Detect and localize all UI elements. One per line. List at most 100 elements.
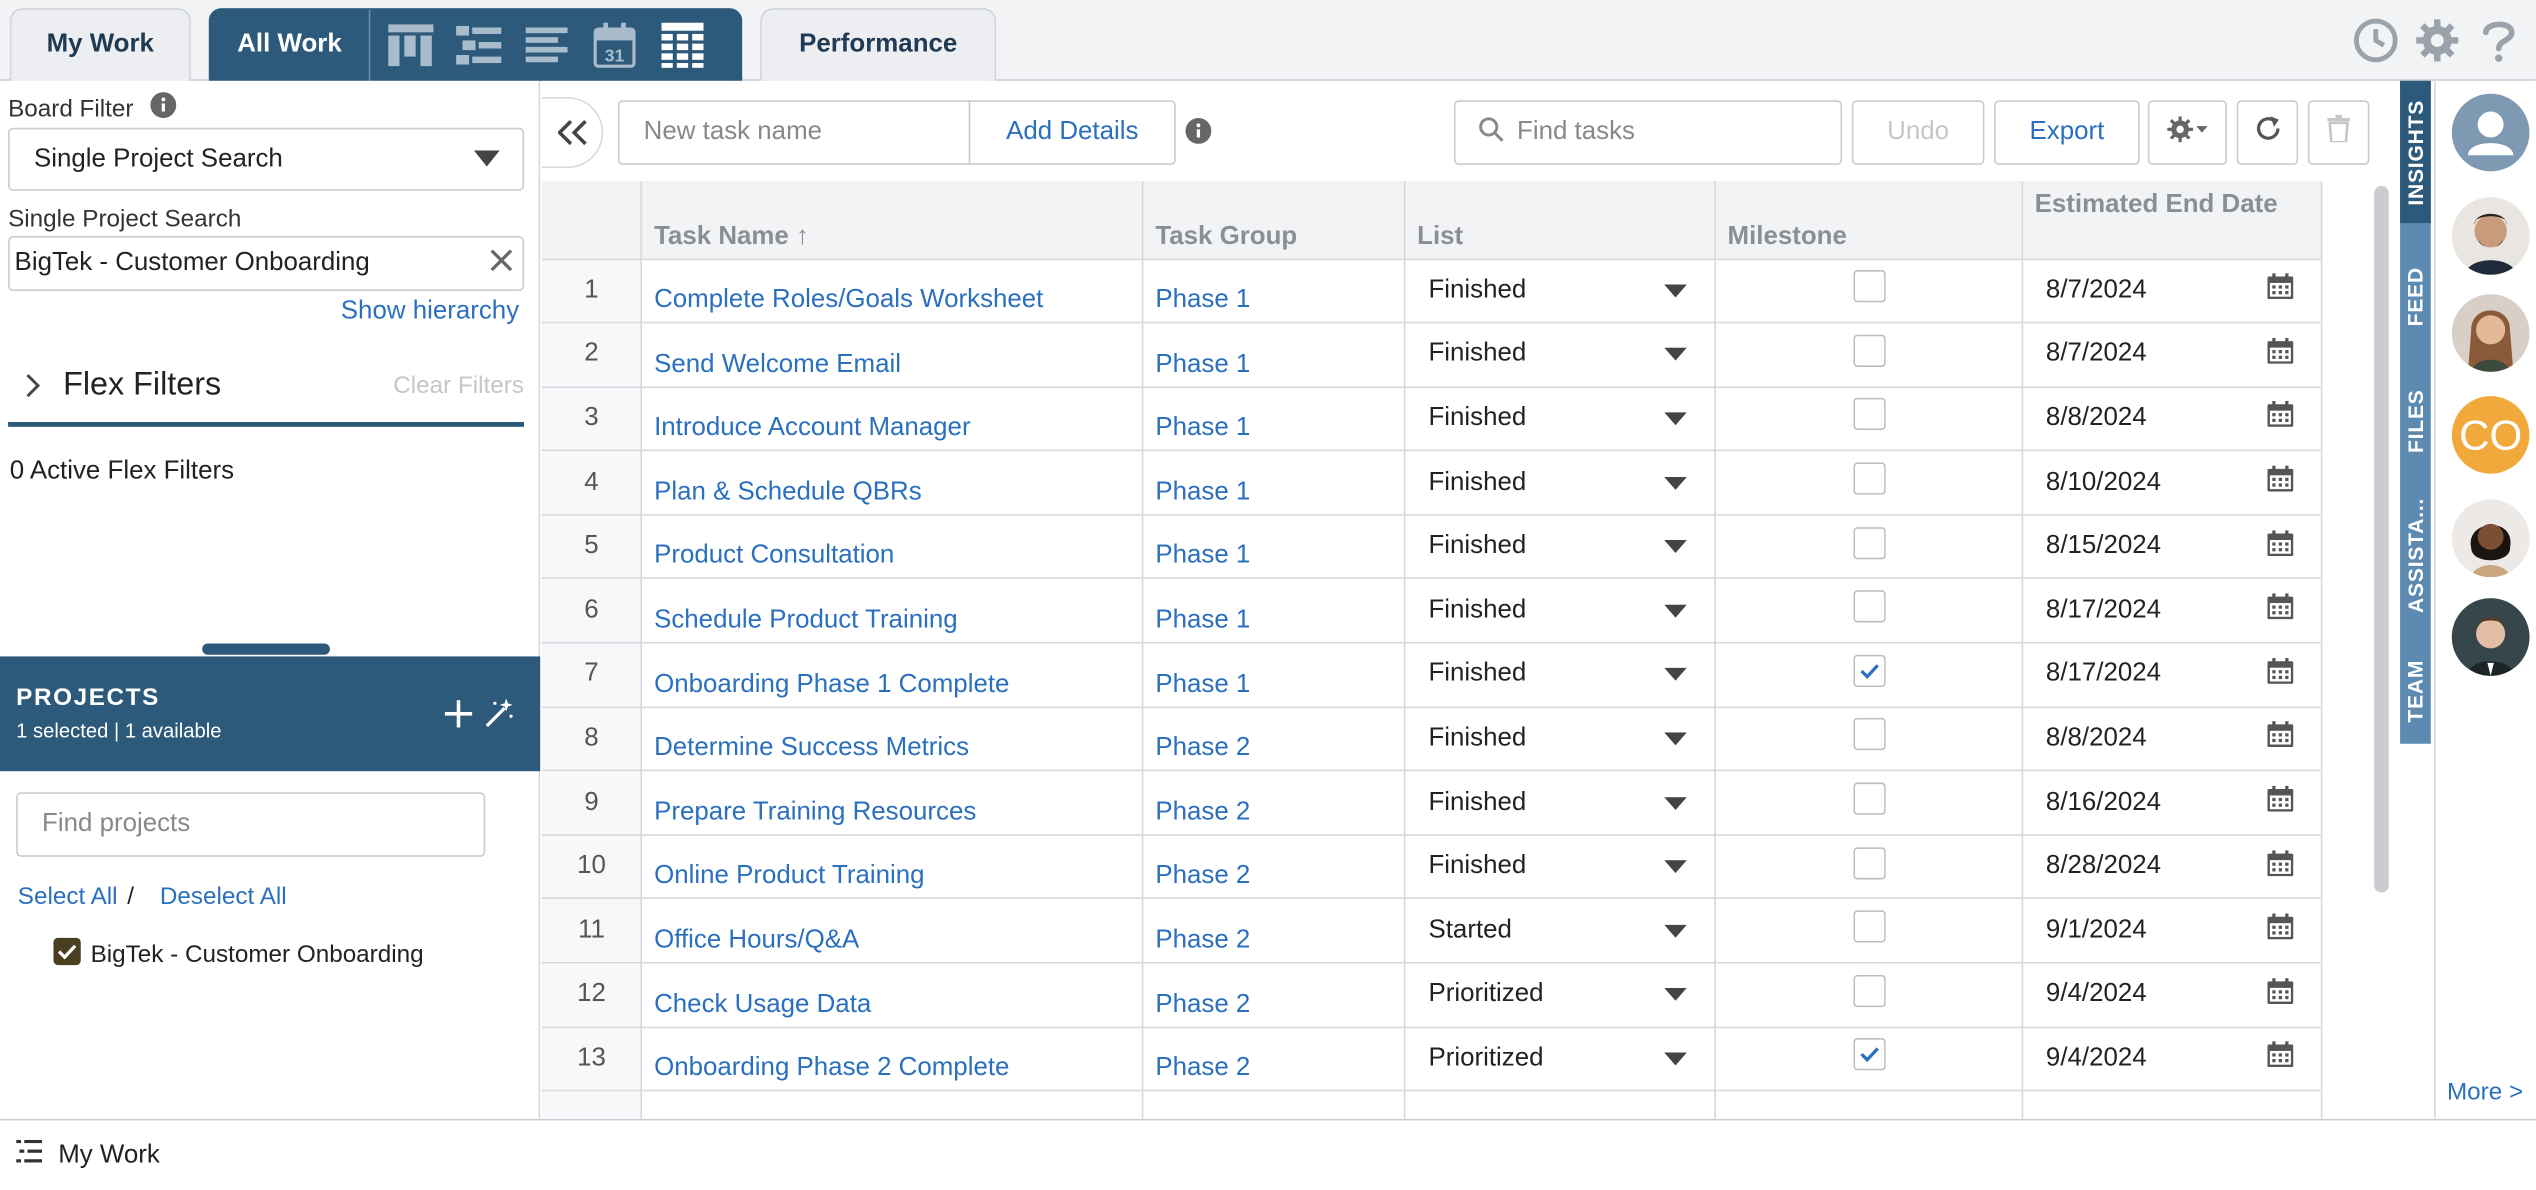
estimated-end-date-cell[interactable]: 9/4/2024 xyxy=(2022,962,2323,1028)
calendar-icon[interactable] xyxy=(2267,977,2294,1012)
task-group-link[interactable]: Phase 1 xyxy=(1155,350,1250,377)
table-row[interactable]: 1 Complete Roles/Goals Worksheet Phase 1 Fi… xyxy=(541,258,2323,324)
table-row[interactable]: 7 Onboarding Phase 1 Complete Phase 1 Finis… xyxy=(541,642,2323,708)
task-group-link[interactable]: Phase 1 xyxy=(1155,414,1250,441)
column-header-estimated-end-date[interactable]: Estimated End Date xyxy=(2022,181,2323,260)
list-cell[interactable]: Finished xyxy=(1405,258,1717,324)
project-list-item[interactable]: BigTek - Customer Onboarding xyxy=(53,937,424,972)
select-all-link[interactable]: Select All xyxy=(18,883,118,910)
list-cell[interactable]: Finished xyxy=(1405,578,1717,644)
side-tab-feed[interactable]: FEED xyxy=(2400,225,2431,367)
grid-scrollbar[interactable] xyxy=(2368,181,2397,1119)
column-header-list[interactable]: List xyxy=(1405,181,1717,260)
side-tab-team[interactable]: TEAM xyxy=(2400,637,2431,744)
estimated-end-date-cell[interactable]: 8/28/2024 xyxy=(2022,834,2323,900)
task-name-link[interactable]: Online Product Training xyxy=(654,862,924,889)
scrollbar-thumb[interactable] xyxy=(2374,185,2389,893)
column-header-milestone[interactable]: Milestone xyxy=(1715,181,2024,260)
task-group-cell[interactable]: Phase 2 xyxy=(1143,770,1406,836)
help-icon[interactable] xyxy=(2474,16,2523,65)
list-cell[interactable]: Finished xyxy=(1405,386,1717,452)
estimated-end-date-cell[interactable]: 8/7/2024 xyxy=(2022,258,2323,324)
list-cell[interactable]: Prioritized xyxy=(1405,1026,1717,1092)
milestone-checkbox[interactable] xyxy=(1852,398,1886,437)
calendar-icon[interactable] xyxy=(2267,401,2294,436)
magic-wand-icon[interactable] xyxy=(485,698,514,735)
task-group-cell[interactable]: Phase 2 xyxy=(1143,834,1406,900)
milestone-checkbox[interactable] xyxy=(1852,590,1886,629)
export-button[interactable]: Export xyxy=(1994,100,2140,165)
task-name-link[interactable]: Onboarding Phase 1 Complete xyxy=(654,670,1009,697)
list-dropdown[interactable]: Prioritized xyxy=(1428,980,1703,1009)
clock-icon[interactable] xyxy=(2352,16,2401,65)
table-row[interactable]: 10 Online Product Training Phase 2 Finished… xyxy=(541,834,2323,900)
clear-icon[interactable] xyxy=(490,248,513,279)
task-group-link[interactable]: Phase 2 xyxy=(1155,990,1250,1017)
task-group-cell[interactable]: Phase 2 xyxy=(1143,962,1406,1028)
task-name-cell[interactable]: Determine Success Metrics xyxy=(641,706,1145,772)
task-group-cell[interactable]: Phase 1 xyxy=(1143,322,1406,388)
table-row[interactable]: 9 Prepare Training Resources Phase 2 Finish… xyxy=(541,770,2323,836)
task-group-link[interactable]: Phase 2 xyxy=(1155,1055,1250,1082)
task-name-cell[interactable]: Online Product Training xyxy=(641,834,1145,900)
collapse-panel-button[interactable] xyxy=(541,97,604,169)
task-name-link[interactable]: Office Hours/Q&A xyxy=(654,926,859,953)
list-cell[interactable]: Finished xyxy=(1405,322,1717,388)
list-dropdown[interactable]: Finished xyxy=(1428,532,1703,561)
task-name-link[interactable]: Schedule Product Training xyxy=(654,606,958,633)
task-name-cell[interactable]: Office Hours/Q&A xyxy=(641,898,1145,964)
milestone-checkbox[interactable] xyxy=(1852,782,1886,821)
delete-button[interactable] xyxy=(2307,100,2370,165)
deselect-all-link[interactable]: Deselect All xyxy=(160,883,287,910)
task-group-link[interactable]: Phase 2 xyxy=(1155,798,1250,825)
milestone-checkbox[interactable] xyxy=(1852,910,1886,949)
milestone-checkbox-checked[interactable] xyxy=(1852,1038,1886,1077)
calendar-icon[interactable] xyxy=(2267,849,2294,884)
table-row[interactable]: 3 Introduce Account Manager Phase 1 Finishe… xyxy=(541,386,2323,452)
avatar-person-4[interactable] xyxy=(2451,598,2530,676)
task-group-link[interactable]: Phase 1 xyxy=(1155,286,1250,313)
new-task-input[interactable]: New task name xyxy=(617,100,971,165)
task-name-cell[interactable]: Onboarding Phase 1 Complete xyxy=(641,642,1145,708)
current-user-avatar[interactable] xyxy=(2451,93,2530,172)
task-name-cell[interactable]: Plan & Schedule QBRs xyxy=(641,450,1145,516)
task-name-cell[interactable]: Product Consultation xyxy=(641,514,1145,580)
column-header-task-group[interactable]: Task Group xyxy=(1143,181,1406,260)
task-group-cell[interactable]: Phase 1 xyxy=(1143,450,1406,516)
clear-filters-button[interactable]: Clear Filters xyxy=(393,372,524,399)
milestone-checkbox[interactable] xyxy=(1852,334,1886,373)
find-tasks-input[interactable]: Find tasks xyxy=(1453,100,1843,165)
estimated-end-date-cell[interactable]: 9/4/2024 xyxy=(2022,1026,2323,1092)
table-row[interactable]: 6 Schedule Product Training Phase 1 Finishe… xyxy=(541,578,2323,644)
task-name-cell[interactable]: Check Usage Data xyxy=(641,962,1145,1028)
list-view-icon[interactable] xyxy=(522,23,569,68)
list-cell[interactable]: Finished xyxy=(1405,514,1717,580)
estimated-end-date-cell[interactable]: 8/16/2024 xyxy=(2022,770,2323,836)
spreadsheet-view-icon[interactable] xyxy=(658,22,705,68)
list-cell[interactable]: Finished xyxy=(1405,642,1717,708)
list-dropdown[interactable]: Finished xyxy=(1428,596,1703,625)
side-tab-assistant[interactable]: ASSISTA... xyxy=(2400,474,2431,636)
calendar-icon[interactable] xyxy=(2267,337,2294,372)
list-dropdown[interactable]: Finished xyxy=(1428,468,1703,497)
avatar-person-2[interactable] xyxy=(2451,294,2530,372)
estimated-end-date-cell[interactable]: 8/10/2024 xyxy=(2022,450,2323,516)
table-row[interactable]: 8 Determine Success Metrics Phase 2 Finishe… xyxy=(541,706,2323,772)
task-name-link[interactable]: Prepare Training Resources xyxy=(654,798,976,825)
task-name-link[interactable]: Send Welcome Email xyxy=(654,350,901,377)
task-group-link[interactable]: Phase 1 xyxy=(1155,478,1250,505)
list-dropdown[interactable]: Finished xyxy=(1428,660,1703,689)
task-name-cell[interactable]: Complete Roles/Goals Worksheet xyxy=(641,258,1145,324)
task-name-cell[interactable]: Onboarding Phase 2 Complete xyxy=(641,1026,1145,1092)
list-cell[interactable]: Finished xyxy=(1405,706,1717,772)
table-row[interactable]: 13 Onboarding Phase 2 Complete Phase 2 Prio… xyxy=(541,1026,2323,1092)
task-group-cell[interactable]: Phase 2 xyxy=(1143,1026,1406,1092)
task-name-link[interactable]: Determine Success Metrics xyxy=(654,734,969,761)
board-filter-select[interactable]: Single Project Search xyxy=(8,127,525,191)
avatar-initials-co[interactable]: CO xyxy=(2451,396,2530,474)
task-name-link[interactable]: Product Consultation xyxy=(654,542,894,569)
task-group-cell[interactable]: Phase 1 xyxy=(1143,386,1406,452)
list-cell[interactable]: Started xyxy=(1405,898,1717,964)
side-tab-files[interactable]: FILES xyxy=(2400,369,2431,472)
info-icon[interactable] xyxy=(1185,118,1212,152)
